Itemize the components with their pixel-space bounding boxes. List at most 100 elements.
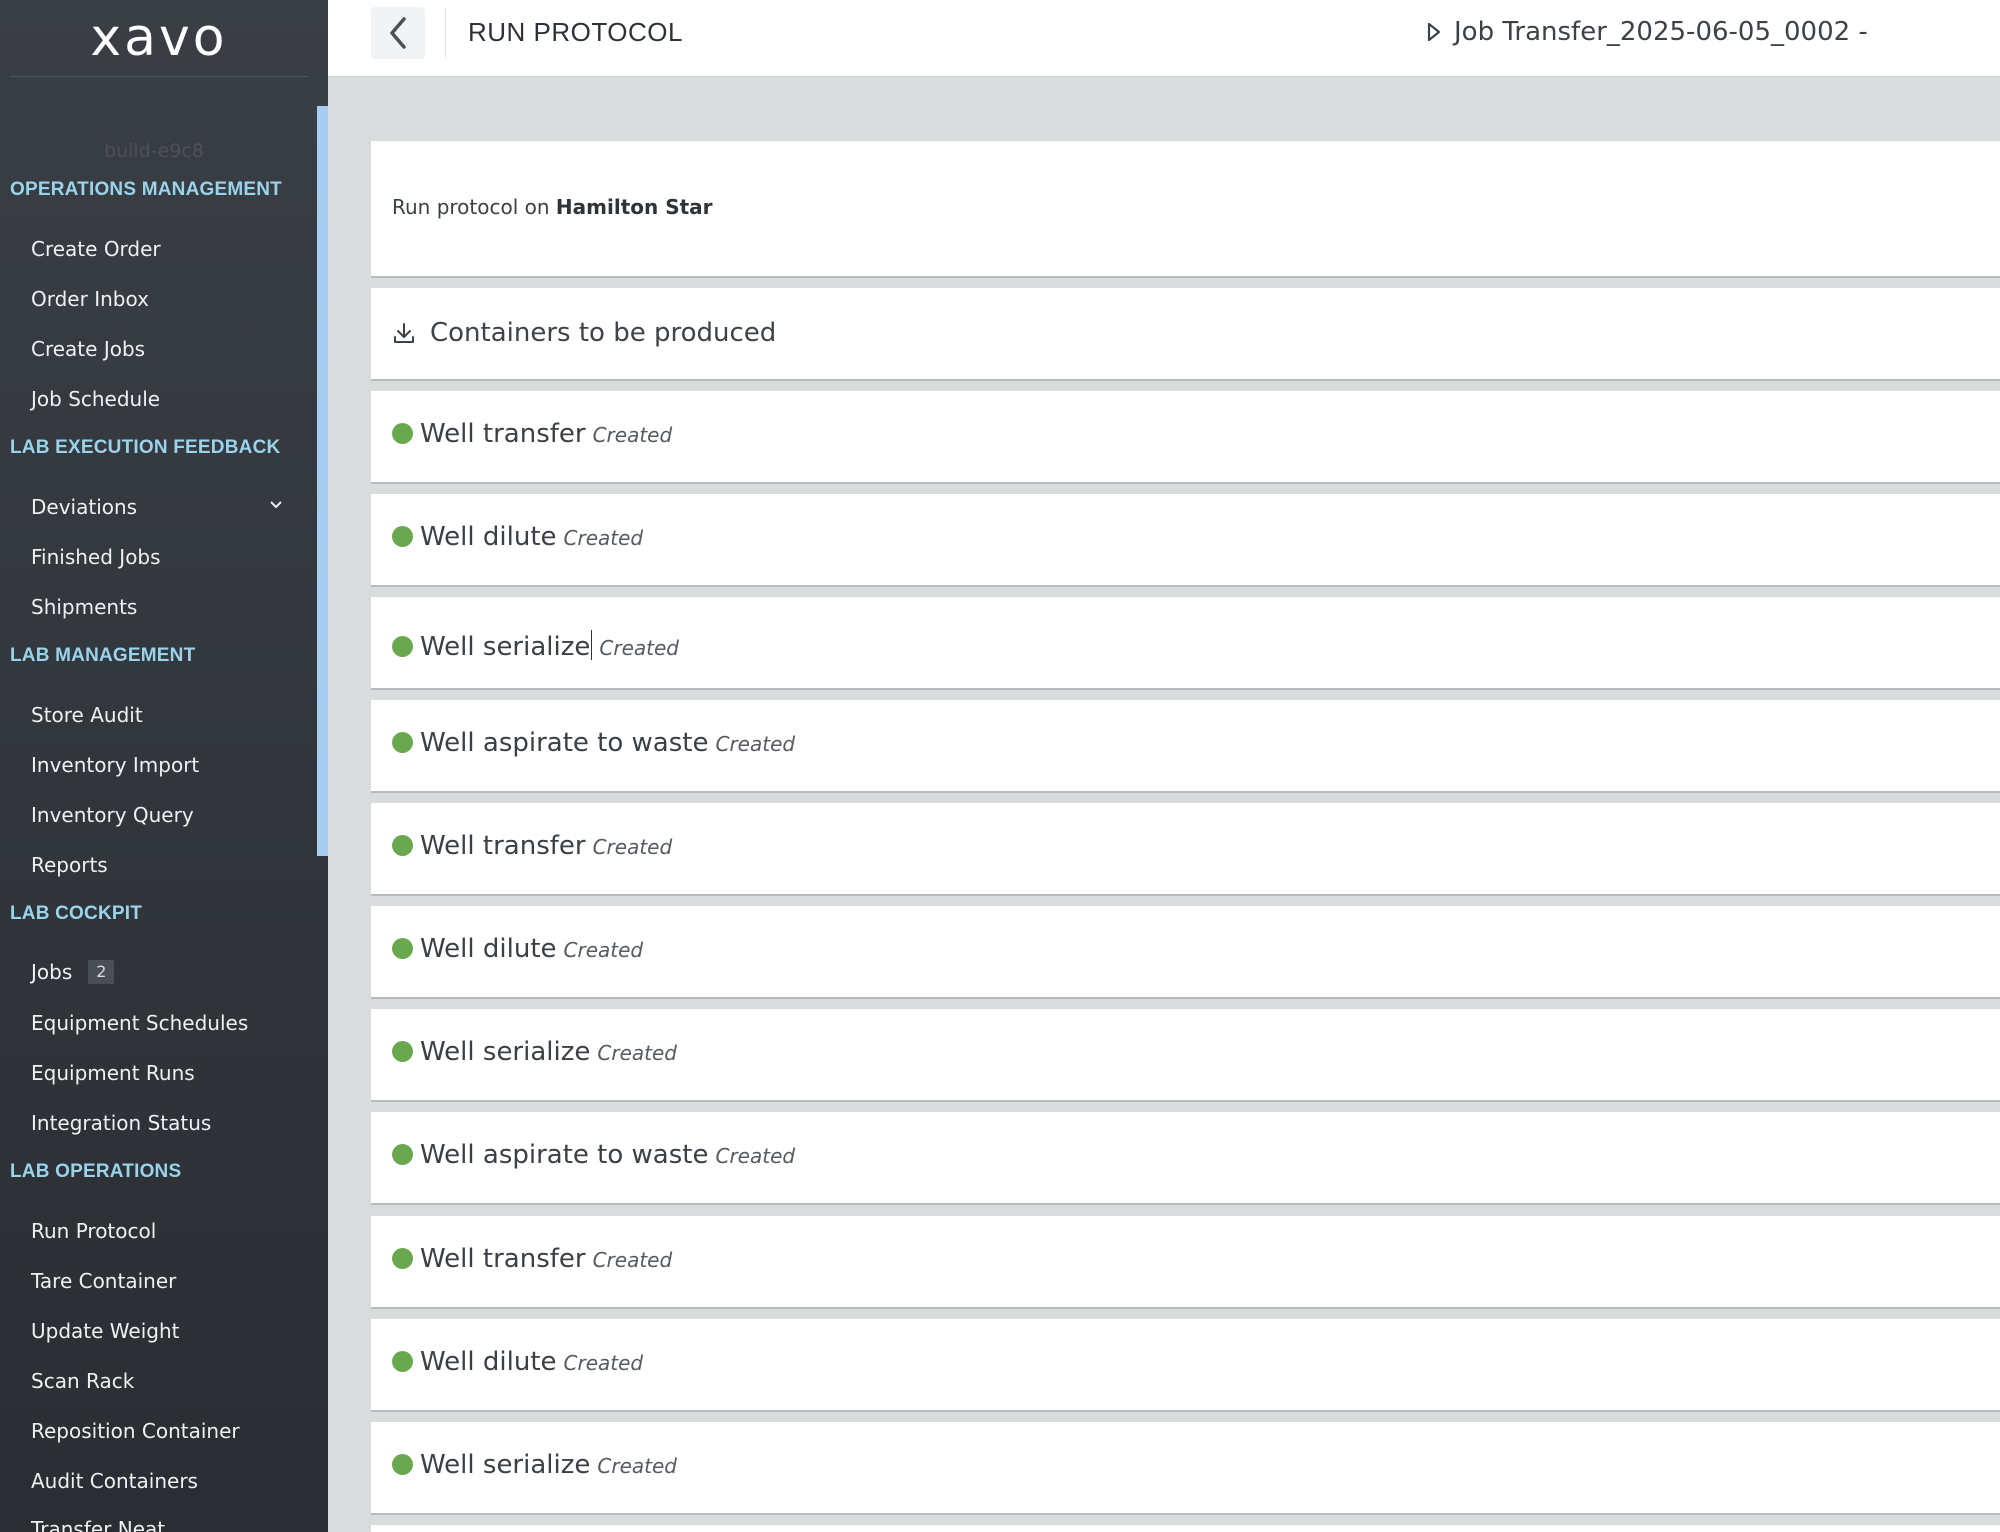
task-name: Well transfer: [420, 1244, 586, 1274]
task-card-partial[interactable]: [371, 1525, 2000, 1532]
task-status: Created: [592, 835, 673, 859]
header-divider: [445, 8, 446, 58]
task-name: Well serialize: [420, 1037, 591, 1067]
task-status: Created: [592, 1248, 673, 1272]
sidebar-item-integration-status[interactable]: Integration Status: [31, 1111, 211, 1135]
task-name: Well serialize: [420, 1450, 591, 1480]
task-name: Well dilute: [420, 522, 557, 552]
job-name: Job Transfer_2025-06-05_0002 -: [1454, 17, 1868, 47]
status-dot: [392, 1041, 413, 1062]
task-row: Well transfer Created: [392, 419, 672, 449]
sidebar: xavo build-e9c8 OPERATIONS MANAGEMENT Cr…: [0, 0, 328, 1532]
sidebar-item-job-schedule[interactable]: Job Schedule: [31, 387, 160, 411]
task-card[interactable]: Well transfer Created: [371, 803, 2000, 896]
task-row: Well serialize Created: [392, 1450, 677, 1480]
job-selector[interactable]: Job Transfer_2025-06-05_0002 -: [1426, 17, 1868, 47]
sidebar-item-run-protocol[interactable]: Run Protocol: [31, 1219, 156, 1243]
task-status: Created: [597, 1454, 677, 1478]
status-dot: [392, 636, 413, 657]
sidebar-item-create-jobs[interactable]: Create Jobs: [31, 337, 145, 361]
task-card[interactable]: Well dilute Created: [371, 1319, 2000, 1412]
task-row: Well dilute Created: [392, 934, 643, 964]
status-dot: [392, 423, 413, 444]
status-dot: [392, 1248, 413, 1269]
task-card[interactable]: Well aspirate to waste Created: [371, 700, 2000, 793]
sidebar-item-equipment-runs[interactable]: Equipment Runs: [31, 1061, 195, 1085]
section-lab-management: LAB MANAGEMENT: [10, 645, 196, 666]
sidebar-item-inventory-import[interactable]: Inventory Import: [31, 753, 199, 777]
chevron-down-icon[interactable]: [268, 497, 284, 513]
task-name: Well serialize: [420, 632, 591, 662]
task-card[interactable]: Well dilute Created: [371, 906, 2000, 999]
task-row: Well dilute Created: [392, 522, 643, 552]
sidebar-item-create-order[interactable]: Create Order: [31, 237, 161, 261]
status-dot: [392, 1454, 413, 1475]
task-card[interactable]: Well serialize Created: [371, 1009, 2000, 1102]
task-status: Created: [563, 938, 644, 962]
task-card[interactable]: Well transfer Created: [371, 1216, 2000, 1309]
status-dot: [392, 732, 413, 753]
task-row: Well serialize Created: [392, 625, 679, 662]
containers-header[interactable]: Containers to be produced: [392, 318, 776, 348]
task-status: Created: [715, 1144, 796, 1168]
task-card[interactable]: Well serialize Created: [371, 597, 2000, 690]
task-status: Created: [563, 526, 644, 550]
section-lab-execution-feedback: LAB EXECUTION FEEDBACK: [10, 437, 281, 458]
section-lab-operations: LAB OPERATIONS: [10, 1161, 182, 1182]
equipment-name: Hamilton Star: [555, 195, 713, 219]
task-name: Well aspirate to waste: [420, 1140, 709, 1170]
sidebar-scrollbar[interactable]: [317, 106, 328, 856]
task-status: Created: [599, 636, 679, 660]
task-name: Well aspirate to waste: [420, 728, 709, 758]
download-icon: [394, 323, 414, 343]
sidebar-item-store-audit[interactable]: Store Audit: [31, 703, 143, 727]
containers-label: Containers to be produced: [430, 318, 777, 348]
sidebar-item-inventory-query[interactable]: Inventory Query: [31, 803, 194, 827]
text-cursor: [591, 630, 593, 660]
sidebar-item-update-weight[interactable]: Update Weight: [31, 1319, 179, 1343]
sidebar-item-tare-container[interactable]: Tare Container: [31, 1269, 176, 1293]
sidebar-item-audit-containers[interactable]: Audit Containers: [31, 1469, 198, 1493]
jobs-count-badge: 2: [88, 960, 115, 984]
sidebar-item-order-inbox[interactable]: Order Inbox: [31, 287, 149, 311]
sidebar-item-finished-jobs[interactable]: Finished Jobs: [31, 545, 161, 569]
xavo-logo[interactable]: xavo: [10, 0, 308, 77]
status-dot: [392, 938, 413, 959]
task-status: Created: [715, 732, 796, 756]
task-card[interactable]: Well serialize Created: [371, 1422, 2000, 1515]
task-status: Created: [563, 1351, 644, 1375]
sidebar-item-reposition-container[interactable]: Reposition Container: [31, 1419, 240, 1443]
task-name: Well transfer: [420, 419, 586, 449]
task-name: Well dilute: [420, 1347, 557, 1377]
run-protocol-card: Run protocol on Hamilton Star: [371, 141, 2000, 278]
back-button[interactable]: [371, 7, 425, 59]
task-status: Created: [592, 423, 673, 447]
sidebar-item-transfer-neat[interactable]: Transfer Neat: [31, 1517, 165, 1532]
task-name: Well dilute: [420, 934, 557, 964]
task-status: Created: [597, 1041, 677, 1065]
status-dot: [392, 526, 413, 547]
status-dot: [392, 1351, 413, 1372]
top-bar: RUN PROTOCOL Job Transfer_2025-06-05_000…: [328, 0, 2000, 77]
task-card[interactable]: Well dilute Created: [371, 494, 2000, 587]
sidebar-item-scan-rack[interactable]: Scan Rack: [31, 1369, 134, 1393]
task-row: Well transfer Created: [392, 831, 672, 861]
sidebar-item-deviations[interactable]: Deviations: [31, 495, 137, 519]
section-lab-cockpit: LAB COCKPIT: [10, 903, 143, 924]
section-operations-management: OPERATIONS MANAGEMENT: [10, 179, 282, 200]
task-name: Well transfer: [420, 831, 586, 861]
chevron-left-icon: [390, 17, 406, 49]
sidebar-item-reports[interactable]: Reports: [31, 853, 108, 877]
sidebar-item-jobs[interactable]: Jobs 2: [31, 960, 115, 984]
page-title: RUN PROTOCOL: [468, 17, 683, 47]
containers-card[interactable]: Containers to be produced: [371, 288, 2000, 381]
task-row: Well aspirate to waste Created: [392, 1140, 795, 1170]
task-card[interactable]: Well aspirate to waste Created: [371, 1112, 2000, 1205]
task-row: Well aspirate to waste Created: [392, 728, 795, 758]
build-label: build-e9c8: [104, 140, 204, 162]
task-card[interactable]: Well transfer Created: [371, 391, 2000, 484]
status-dot: [392, 835, 413, 856]
task-row: Well dilute Created: [392, 1347, 643, 1377]
sidebar-item-equipment-schedules[interactable]: Equipment Schedules: [31, 1011, 248, 1035]
sidebar-item-shipments[interactable]: Shipments: [31, 595, 137, 619]
